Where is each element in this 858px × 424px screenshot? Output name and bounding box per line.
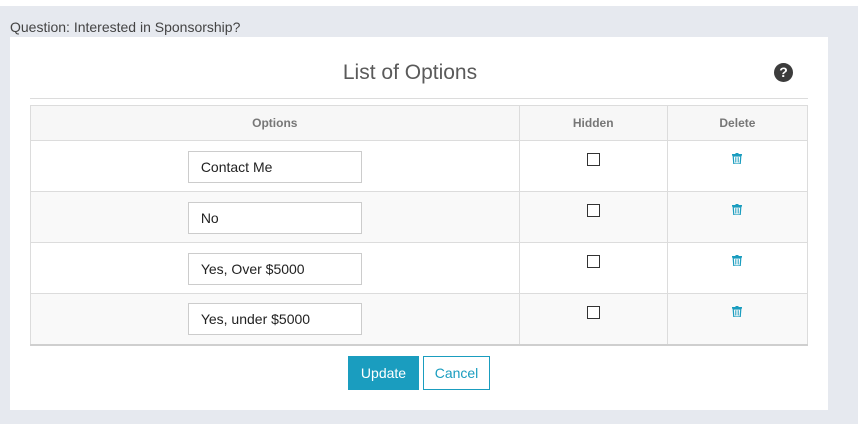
hidden-checkbox[interactable] bbox=[586, 204, 600, 217]
modal-title: List of Options bbox=[342, 61, 478, 84]
table-row bbox=[30, 242, 809, 294]
title-divider bbox=[30, 98, 808, 99]
hidden-checkbox[interactable] bbox=[586, 306, 600, 319]
table-row bbox=[30, 293, 809, 346]
options-table: Options Hidden Delete bbox=[30, 105, 809, 346]
question-label: Question: Interested in Sponsorship? bbox=[10, 19, 241, 35]
update-button[interactable]: Update bbox=[348, 356, 419, 390]
option-input[interactable] bbox=[187, 201, 362, 234]
table-row bbox=[30, 140, 809, 192]
options-modal: List of Options ? Options Hidden Delete bbox=[10, 37, 828, 410]
column-header-hidden: Hidden bbox=[518, 105, 668, 141]
trash-icon[interactable] bbox=[732, 253, 743, 271]
trash-icon[interactable] bbox=[732, 151, 743, 169]
hidden-checkbox[interactable] bbox=[586, 255, 600, 268]
trash-icon[interactable] bbox=[732, 202, 743, 220]
hidden-checkbox[interactable] bbox=[586, 153, 600, 166]
column-header-delete: Delete bbox=[666, 105, 809, 141]
option-input[interactable] bbox=[187, 252, 362, 285]
table-row bbox=[30, 191, 809, 243]
option-input[interactable] bbox=[187, 150, 362, 183]
table-header-row: Options Hidden Delete bbox=[30, 105, 809, 141]
column-header-options: Options bbox=[30, 105, 520, 141]
help-icon[interactable]: ? bbox=[774, 63, 793, 82]
cancel-button[interactable]: Cancel bbox=[423, 356, 490, 390]
trash-icon[interactable] bbox=[732, 304, 743, 322]
top-strip bbox=[0, 0, 858, 6]
option-input[interactable] bbox=[187, 303, 362, 336]
